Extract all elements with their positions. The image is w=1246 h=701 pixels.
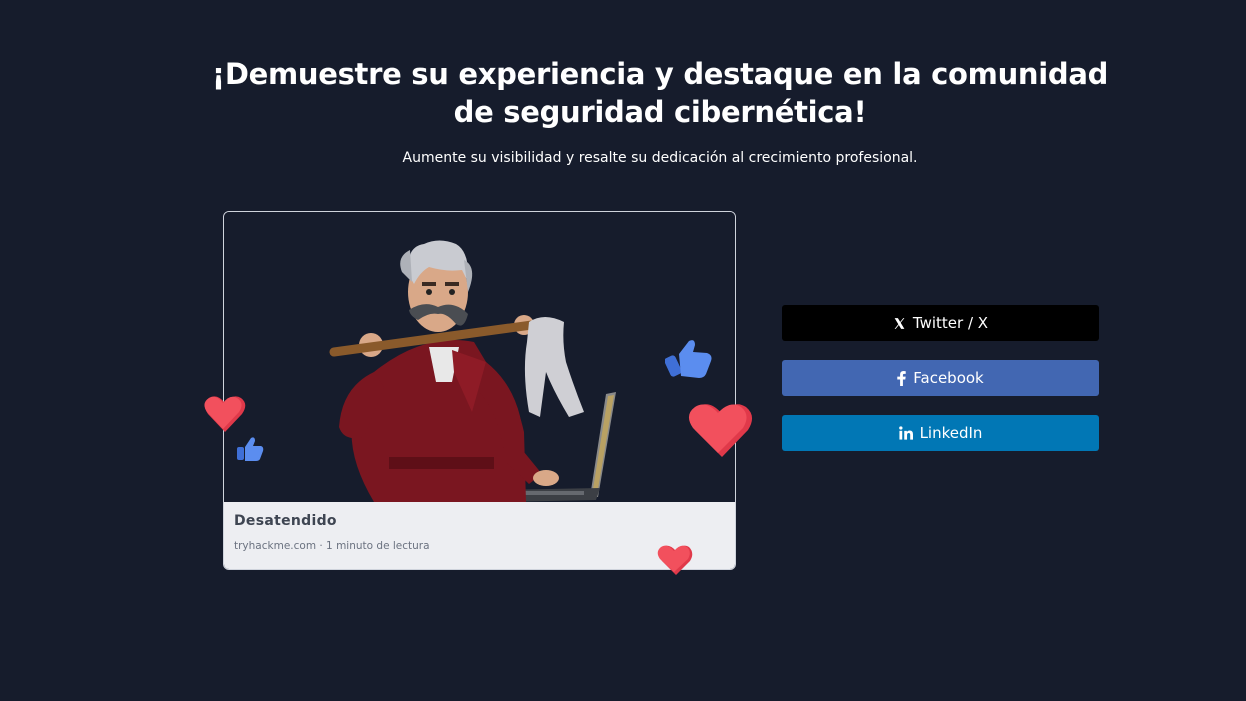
share-twitter-button[interactable]: Twitter / X [782, 305, 1099, 341]
heart-icon [657, 545, 693, 575]
facebook-icon [897, 370, 906, 386]
page-headline: ¡Demuestre su experiencia y destaque en … [211, 57, 1109, 129]
heart-icon [204, 396, 246, 432]
thumbs-up-icon [665, 340, 712, 378]
card-illustration [224, 212, 735, 502]
twitter-label: Twitter / X [912, 314, 989, 332]
facebook-label: Facebook [913, 369, 984, 387]
heart-icon [688, 404, 753, 457]
linkedin-icon [898, 426, 913, 440]
card-title: Desatendido [234, 513, 337, 529]
card-meta: tryhackme.com · 1 minuto de lectura [234, 540, 430, 552]
thumbs-up-icon [237, 437, 264, 461]
share-linkedin-button[interactable]: LinkedIn [782, 415, 1099, 451]
hacker-character-illustration [329, 240, 616, 502]
share-facebook-button[interactable]: Facebook [782, 360, 1099, 396]
share-preview-card: Desatendido tryhackme.com · 1 minuto de … [223, 211, 736, 570]
linkedin-label: LinkedIn [919, 424, 983, 442]
x-logo-icon [893, 317, 906, 330]
page-subtitle: Aumente su visibilidad y resalte su dedi… [402, 150, 918, 166]
